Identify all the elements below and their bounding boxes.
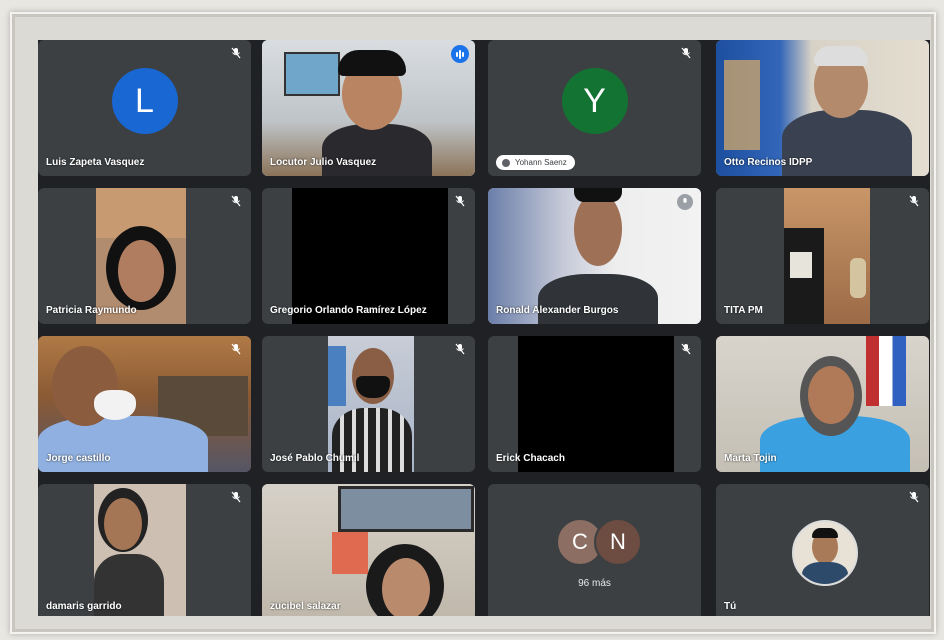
participant-name: Yohann Saenz [515, 158, 567, 167]
person-head [118, 240, 164, 302]
participant-tile[interactable]: José Pablo Chumil [262, 336, 475, 472]
video-feed [716, 336, 929, 472]
person-head [104, 498, 142, 550]
monitor [284, 52, 340, 96]
face-mask [356, 376, 390, 398]
participant-tile[interactable]: Patricia Raymundo [38, 188, 251, 324]
video-feed [38, 336, 251, 472]
flag-emblem [724, 60, 760, 150]
participant-name: zucibel salazar [270, 601, 341, 612]
video-feed [328, 336, 414, 472]
mic-muted-icon [229, 46, 243, 60]
video-feed [716, 40, 929, 176]
mic-muted-icon [679, 46, 693, 60]
participant-name: Ronald Alexander Burgos [496, 305, 619, 316]
video-off-area [292, 188, 448, 324]
video-feed [784, 188, 870, 324]
avatar: N [594, 518, 642, 566]
mic-muted-icon [229, 194, 243, 208]
participant-name: Otto Recinos IDPP [724, 157, 813, 168]
mic-muted-icon [907, 194, 921, 208]
participant-name: Erick Chacach [496, 453, 565, 464]
mic-muted-icon [229, 342, 243, 356]
mic-muted-icon [453, 194, 467, 208]
participant-tile[interactable]: TITA PM [716, 188, 929, 324]
face-mask [94, 390, 136, 420]
video-feed [94, 484, 186, 616]
hair [814, 46, 868, 66]
participant-name: Patricia Raymundo [46, 305, 137, 316]
video-off-area [518, 336, 674, 472]
poster [328, 346, 346, 406]
hair [338, 50, 406, 76]
video-feed [96, 188, 186, 324]
participant-tile[interactable]: Jorge castillo [38, 336, 251, 472]
hand-icon [502, 158, 510, 167]
overflow-tile[interactable]: C N 96 más [488, 484, 701, 616]
participant-name: Luis Zapeta Vasquez [46, 157, 145, 168]
mic-muted-icon [677, 194, 693, 210]
mic-muted-icon [229, 490, 243, 504]
person-body [322, 124, 432, 176]
participant-name: TITA PM [724, 305, 763, 316]
video-feed [262, 40, 475, 176]
person-head [808, 366, 854, 424]
avatar: L [111, 68, 178, 134]
figure [850, 258, 866, 298]
speaking-indicator-icon [451, 45, 469, 63]
participant-name: Gregorio Orlando Ramírez López [270, 305, 427, 316]
overflow-avatars: C N [556, 518, 646, 566]
person-body [538, 274, 658, 324]
participant-name-pill: Yohann Saenz [496, 155, 575, 170]
avatar: Y [561, 68, 628, 134]
flag [866, 336, 906, 406]
hair [812, 528, 838, 538]
person-head [574, 192, 622, 266]
avatar [792, 520, 858, 586]
mic-muted-icon [679, 342, 693, 356]
video-feed [262, 484, 475, 616]
participant-tile[interactable]: Otto Recinos IDPP [716, 40, 929, 176]
paper [790, 252, 812, 278]
participant-tile[interactable]: Gregorio Orlando Ramírez López [262, 188, 475, 324]
picture-frame [338, 486, 474, 532]
participant-tile[interactable]: Locutor Julio Vasquez [262, 40, 475, 176]
poster [332, 532, 368, 574]
person-body [802, 562, 848, 584]
hair [574, 188, 622, 202]
participant-name: Locutor Julio Vasquez [270, 157, 377, 168]
participant-tile[interactable]: Marta Tojin [716, 336, 929, 472]
participant-tile[interactable]: Y Yohann Saenz [488, 40, 701, 176]
participant-tile[interactable]: damaris garrido [38, 484, 251, 616]
video-feed [488, 188, 701, 324]
participant-name: José Pablo Chumil [270, 453, 360, 464]
participant-tile[interactable]: Erick Chacach [488, 336, 701, 472]
participant-tile[interactable]: L Luis Zapeta Vasquez [38, 40, 251, 176]
overflow-count: 96 más [578, 578, 611, 589]
participant-tile[interactable]: zucibel salazar [262, 484, 475, 616]
self-name: Tú [724, 601, 737, 612]
person-head [382, 558, 430, 616]
mic-muted-icon [453, 342, 467, 356]
participant-name: Jorge castillo [46, 453, 111, 464]
self-tile[interactable]: Tú [716, 484, 929, 616]
mic-muted-icon [907, 490, 921, 504]
participant-tile[interactable]: Ronald Alexander Burgos [488, 188, 701, 324]
meeting-grid: L Luis Zapeta Vasquez Locutor Julio Vasq… [38, 40, 930, 616]
participant-name: damaris garrido [46, 601, 122, 612]
participant-name: Marta Tojin [724, 453, 777, 464]
